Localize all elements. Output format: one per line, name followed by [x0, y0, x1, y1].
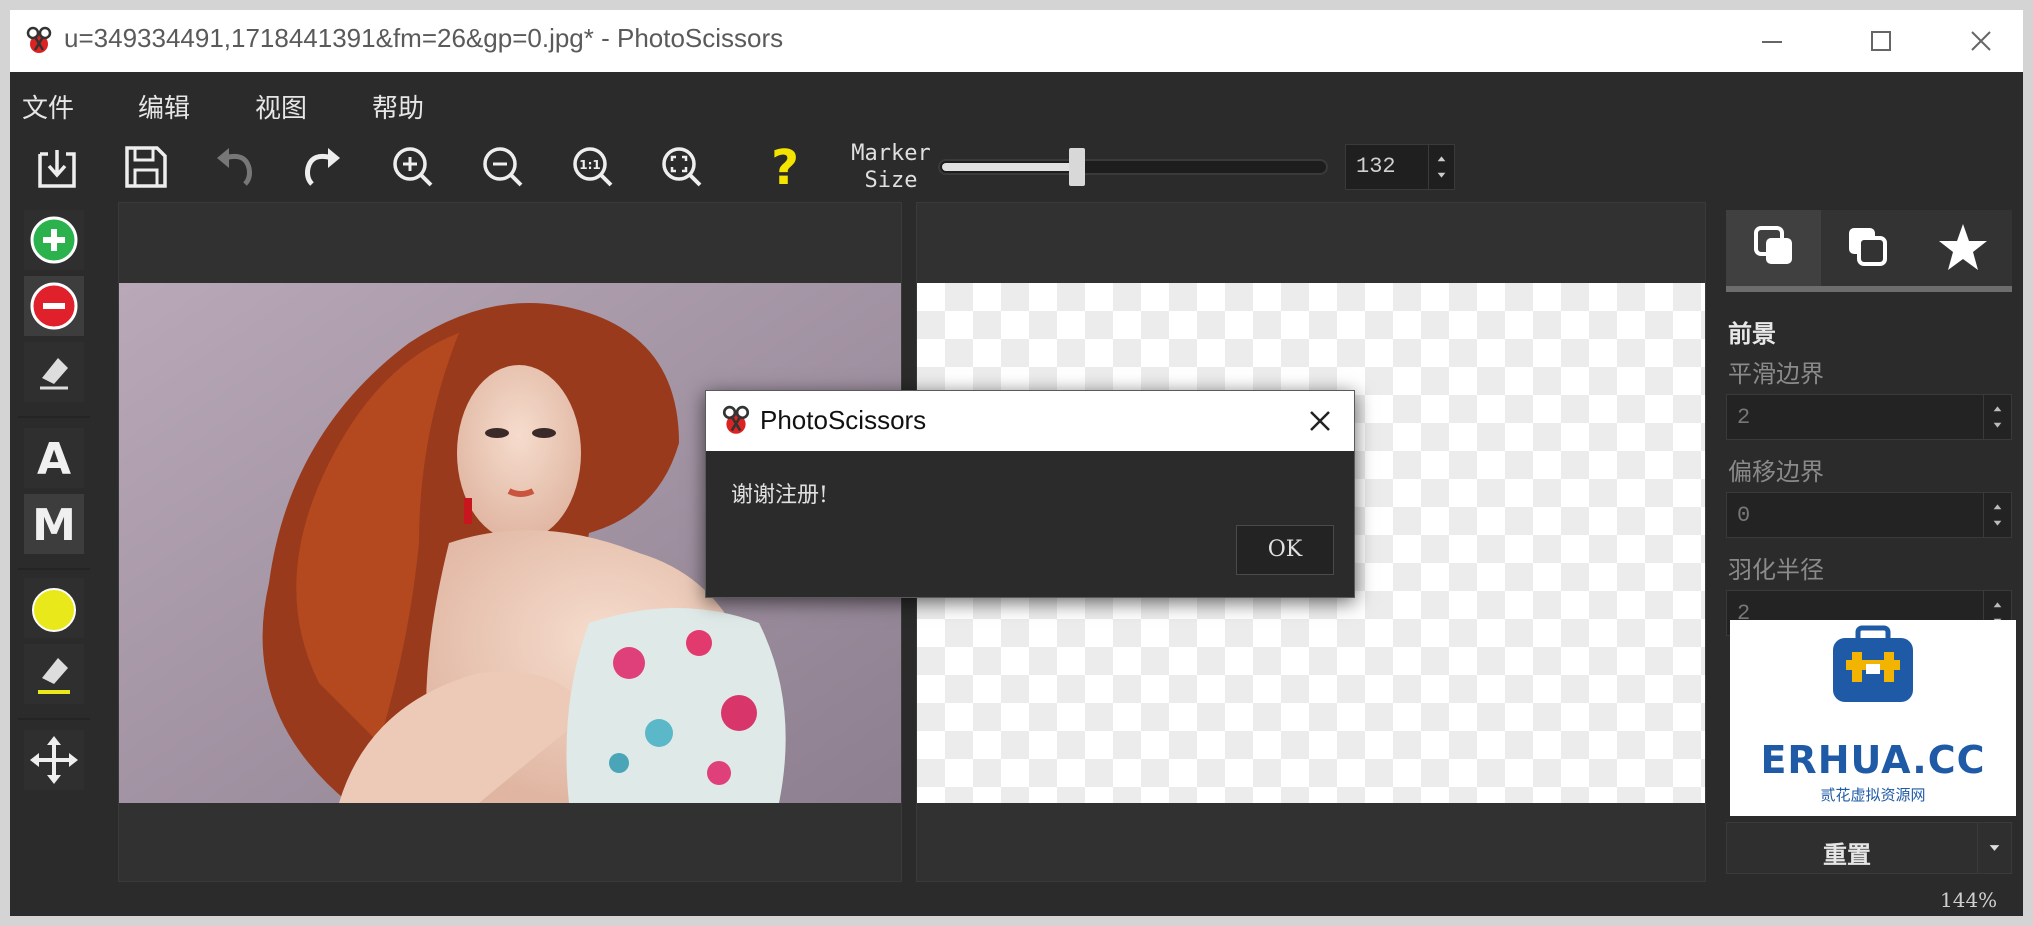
watermark-brand: ERHUA.CC	[1760, 738, 1986, 782]
help-icon[interactable]: ?	[756, 138, 814, 196]
dialog-message: 谢谢注册!	[731, 483, 828, 508]
move-arrows-icon	[30, 736, 78, 784]
slider-fill	[942, 163, 1076, 171]
undo-icon[interactable]	[205, 138, 263, 196]
background-layers-icon	[1849, 228, 1887, 266]
smooth-edge-value[interactable]: 2	[1737, 405, 1750, 430]
minus-circle-icon	[30, 282, 78, 330]
tab-foreground[interactable]	[1726, 210, 1821, 286]
stepper-arrows-icon[interactable]	[1428, 145, 1454, 189]
chevron-down-icon[interactable]	[1977, 823, 2011, 873]
reset-label: 重置	[1823, 840, 1871, 869]
briefcase-logo-icon	[1833, 625, 1913, 702]
stepper-arrows-icon[interactable]	[1983, 395, 2011, 439]
foreground-layers-icon	[1754, 226, 1792, 264]
app-window: u=349334491,1718441391&fm=26&gp=0.jpg* -…	[10, 10, 2023, 916]
background-marker-button[interactable]	[24, 276, 84, 336]
toolbar: 1:1 ? Marker Size 132	[10, 134, 2023, 200]
marker-label-line1: Marker	[851, 141, 931, 166]
app-logo-icon	[26, 26, 52, 53]
slider-thumb[interactable]	[1069, 148, 1085, 186]
marker-size-stepper[interactable]: 132	[1345, 144, 1455, 190]
eraser-icon	[38, 658, 70, 694]
auto-mode-button[interactable]: A	[24, 428, 84, 488]
color-eraser-button[interactable]	[24, 644, 84, 704]
letter-m-icon: M	[32, 500, 76, 551]
window-title: u=349334491,1718441391&fm=26&gp=0.jpg* -…	[64, 23, 784, 53]
menu-file[interactable]: 文件	[22, 88, 74, 125]
close-icon[interactable]	[1936, 18, 2026, 64]
tool-a-label: A	[37, 434, 71, 485]
palette-divider	[18, 416, 90, 418]
svg-text:1:1: 1:1	[579, 158, 601, 172]
menu-help[interactable]: 帮助	[372, 88, 424, 125]
eraser-button[interactable]	[24, 342, 84, 402]
marker-size-slider[interactable]	[938, 159, 1328, 175]
save-icon[interactable]	[117, 138, 175, 196]
offset-edge-stepper[interactable]: 0	[1726, 492, 2012, 538]
dialog-title-bar: PhotoScissors	[706, 391, 1354, 451]
letter-a-icon: A	[37, 434, 71, 485]
marker-size-value[interactable]: 132	[1356, 154, 1396, 179]
zoom-out-icon[interactable]	[474, 138, 532, 196]
smooth-edge-label: 平滑边界	[1728, 360, 1824, 388]
section-title: 前景	[1728, 319, 1776, 348]
marker-size-label: Marker Size	[836, 140, 946, 194]
minimize-icon[interactable]	[1726, 18, 1816, 64]
tab-indicator	[1726, 286, 2012, 292]
offset-edge-label: 偏移边界	[1728, 458, 1824, 486]
maximize-icon[interactable]	[1836, 18, 1926, 64]
menu-bar: 文件 编辑 视图 帮助	[10, 72, 2023, 134]
ok-button[interactable]: OK	[1236, 525, 1334, 575]
menu-edit[interactable]: 编辑	[138, 88, 190, 125]
palette-divider	[18, 718, 90, 720]
tab-favorites[interactable]	[1916, 210, 2011, 286]
marker-label-line2: Size	[864, 168, 918, 193]
zoom-fit-icon[interactable]	[653, 138, 711, 196]
app-logo-icon	[722, 405, 750, 434]
eraser-icon	[40, 358, 68, 390]
tool-m-label: M	[32, 500, 76, 551]
reset-button[interactable]: 重置	[1726, 822, 2012, 874]
yellow-circle-icon	[32, 588, 76, 632]
plus-circle-icon	[30, 216, 78, 264]
watermark-logo: ERHUA.CC 贰花虚拟资源网	[1730, 620, 2016, 816]
stepper-arrows-icon[interactable]	[1983, 493, 2011, 537]
move-button[interactable]	[24, 730, 84, 790]
menu-view[interactable]: 视图	[255, 88, 307, 125]
watermark-subtitle: 贰花虚拟资源网	[1820, 786, 1926, 804]
dialog-title: PhotoScissors	[760, 405, 927, 435]
message-dialog: PhotoScissors 谢谢注册! OK	[705, 390, 1355, 598]
palette-divider	[18, 568, 90, 570]
star-icon	[1939, 224, 1987, 270]
close-icon[interactable]	[1302, 403, 1338, 439]
svg-text:?: ?	[771, 140, 799, 196]
title-bar: u=349334491,1718441391&fm=26&gp=0.jpg* -…	[10, 10, 2023, 72]
zoom-level: 144%	[1940, 888, 1998, 912]
tab-background[interactable]	[1821, 210, 1916, 286]
feather-radius-label: 羽化半径	[1728, 556, 1824, 584]
manual-mode-button[interactable]: M	[24, 494, 84, 554]
offset-edge-value[interactable]: 0	[1737, 503, 1750, 528]
smooth-edge-stepper[interactable]: 2	[1726, 394, 2012, 440]
open-icon[interactable]	[28, 138, 86, 196]
redo-icon[interactable]	[294, 138, 352, 196]
panel-tabs	[1726, 210, 2012, 286]
foreground-marker-button[interactable]	[24, 210, 84, 270]
zoom-in-icon[interactable]	[384, 138, 442, 196]
tool-palette: A M	[18, 202, 90, 812]
zoom-actual-size-icon[interactable]: 1:1	[564, 138, 622, 196]
color-marker-button[interactable]	[24, 578, 84, 638]
